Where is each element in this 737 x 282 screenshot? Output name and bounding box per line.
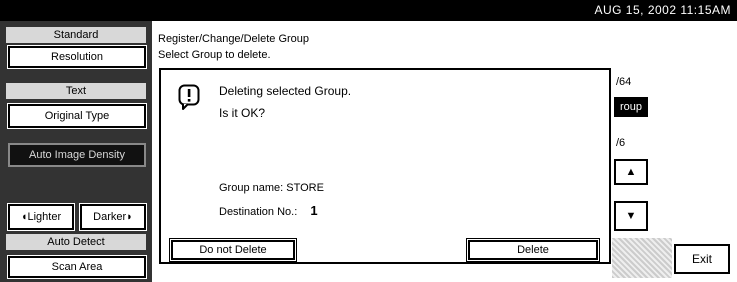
group-name: Group name: STORE bbox=[219, 182, 324, 194]
scroll-up-button[interactable]: ▲ bbox=[614, 159, 648, 185]
page-count-2: /6 bbox=[616, 137, 626, 149]
status-bar: AUG 15, 2002 11:15AM bbox=[0, 0, 737, 21]
exit-button[interactable]: Exit bbox=[674, 244, 730, 274]
scroll-down-button[interactable]: ▼ bbox=[614, 201, 648, 231]
delete-button[interactable]: Delete bbox=[466, 238, 600, 262]
destination-value: 1 bbox=[310, 203, 318, 218]
datetime: AUG 15, 2002 11:15AM bbox=[594, 3, 731, 17]
warning-icon bbox=[178, 84, 200, 110]
destination-no: Destination No.: 1 bbox=[219, 203, 318, 218]
do-not-delete-button[interactable]: Do not Delete bbox=[169, 238, 297, 262]
destination-label: Destination No.: bbox=[219, 206, 298, 218]
group-button[interactable]: roup bbox=[614, 97, 648, 117]
original-type-button[interactable]: Original Type bbox=[7, 103, 147, 129]
dialog-message-2: Is it OK? bbox=[219, 106, 266, 120]
auto-detect-label: Auto Detect bbox=[6, 234, 146, 250]
page-count-1: /64 bbox=[616, 76, 632, 88]
page-title: Register/Change/Delete Group bbox=[158, 33, 310, 45]
auto-image-density-button[interactable]: Auto Image Density bbox=[8, 143, 146, 167]
left-panel: Standard Resolution Text Original Type A… bbox=[0, 21, 152, 282]
darker-button[interactable]: Darker◗ bbox=[79, 203, 147, 231]
resolution-button[interactable]: Resolution bbox=[7, 45, 147, 69]
standard-label: Standard bbox=[6, 27, 146, 43]
half-circle-left-icon: ◖ bbox=[20, 211, 28, 223]
confirm-delete-dialog: Deleting selected Group. Is it OK? Group… bbox=[159, 68, 611, 264]
shade-area bbox=[612, 238, 672, 278]
half-circle-right-icon: ◗ bbox=[126, 211, 133, 223]
darker-label: Darker bbox=[93, 211, 127, 223]
density-controls: ◖Lighter Darker◗ bbox=[7, 194, 147, 231]
page-subtitle: Select Group to delete. bbox=[158, 49, 271, 61]
lighter-label: Lighter bbox=[27, 211, 62, 223]
lighter-button[interactable]: ◖Lighter bbox=[7, 203, 75, 231]
triangle-up-icon: ▲ bbox=[625, 166, 637, 178]
triangle-down-icon: ▼ bbox=[625, 210, 637, 222]
text-label: Text bbox=[6, 83, 146, 99]
scan-area-button[interactable]: Scan Area bbox=[7, 255, 147, 279]
dialog-message-1: Deleting selected Group. bbox=[219, 84, 352, 98]
